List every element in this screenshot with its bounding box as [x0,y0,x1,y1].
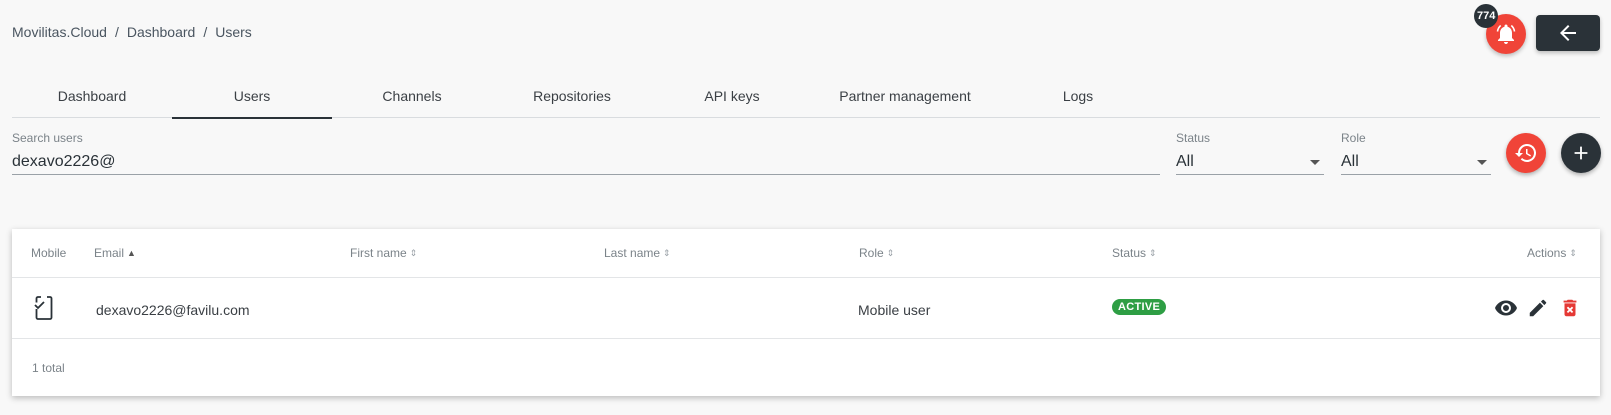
users-table: Mobile Email ▲ First name ⇕ Last name ⇕ … [12,229,1600,396]
tab-channels[interactable]: Channels [332,74,492,118]
trash-icon [1563,299,1577,317]
table-total-count: 1 total [32,361,65,375]
tab-api-keys[interactable]: API keys [652,74,812,118]
tab-users[interactable]: Users [172,74,332,119]
status-badge: ACTIVE [1112,299,1167,315]
sort-icon: ⇕ [409,247,418,258]
breadcrumb-separator: / [114,24,119,40]
column-header-last-name[interactable]: Last name ⇕ [604,246,671,260]
reset-filters-button[interactable] [1506,133,1546,173]
column-header-email[interactable]: Email ▲ [94,246,136,260]
sort-icon: ⇕ [886,247,895,258]
delete-user-button[interactable] [1558,296,1582,320]
column-label: Actions [1527,246,1567,260]
tab-dashboard[interactable]: Dashboard [12,74,172,118]
sort-icon: ⇕ [1569,247,1577,258]
pencil-icon [1529,299,1547,317]
column-header-mobile: Mobile [31,246,66,260]
column-label: Last name [604,246,661,260]
column-label: Mobile [31,246,67,260]
mobile-check-icon [32,295,56,324]
role-select[interactable]: All [1341,149,1491,175]
breadcrumb: Movilitas.Cloud / Dashboard / Users [12,24,252,40]
role-filter: Role All [1341,131,1491,175]
cell-role: Mobile user [858,302,931,318]
breadcrumb-dashboard[interactable]: Dashboard [127,24,196,40]
role-filter-label: Role [1341,131,1366,145]
status-select[interactable]: All [1176,149,1324,175]
column-header-actions: Actions ⇕ [1527,246,1577,260]
tab-repositories[interactable]: Repositories [492,74,652,118]
cell-email: dexavo2226@favilu.com [96,302,250,318]
column-header-role[interactable]: Role ⇕ [859,246,894,260]
tab-partner-management[interactable]: Partner management [812,74,998,118]
sort-asc-icon: ▲ [127,248,136,258]
search-users-label: Search users [12,131,83,145]
column-label: Role [859,246,884,260]
add-user-button[interactable] [1561,133,1601,173]
column-header-first-name[interactable]: First name ⇕ [350,246,417,260]
sort-icon: ⇕ [663,247,671,258]
main-tabs: Dashboard Users Channels Repositories AP… [12,74,1600,119]
table-header: Mobile Email ▲ First name ⇕ Last name ⇕ … [12,229,1600,278]
history-icon [1515,143,1537,162]
column-label: Status [1112,246,1147,260]
edit-user-button[interactable] [1526,296,1550,320]
status-filter-label: Status [1176,131,1211,145]
table-row: dexavo2226@favilu.com Mobile user ACTIVE [12,278,1600,339]
role-select-value: All [1341,153,1359,170]
status-filter: Status All [1176,131,1324,175]
bell-icon [1496,24,1516,44]
tab-logs[interactable]: Logs [998,74,1158,118]
chevron-down-icon [1477,160,1487,165]
column-header-status[interactable]: Status ⇕ [1112,246,1157,260]
search-users-input[interactable]: dexavo2226@ [12,149,1160,175]
breadcrumb-separator: / [203,24,208,40]
breadcrumb-current: Users [215,24,252,40]
column-label: First name [350,246,407,260]
back-button[interactable] [1536,15,1600,51]
chevron-down-icon [1310,160,1320,165]
plus-icon [1574,146,1588,160]
status-select-value: All [1176,153,1194,170]
column-label: Email [94,246,125,260]
eye-icon [1495,300,1517,316]
view-user-button[interactable] [1494,296,1518,320]
breadcrumb-root[interactable]: Movilitas.Cloud [12,24,107,40]
sort-icon: ⇕ [1149,247,1157,258]
arrow-left-icon [1560,25,1576,41]
search-users-field: Search users dexavo2226@ [12,131,1160,175]
